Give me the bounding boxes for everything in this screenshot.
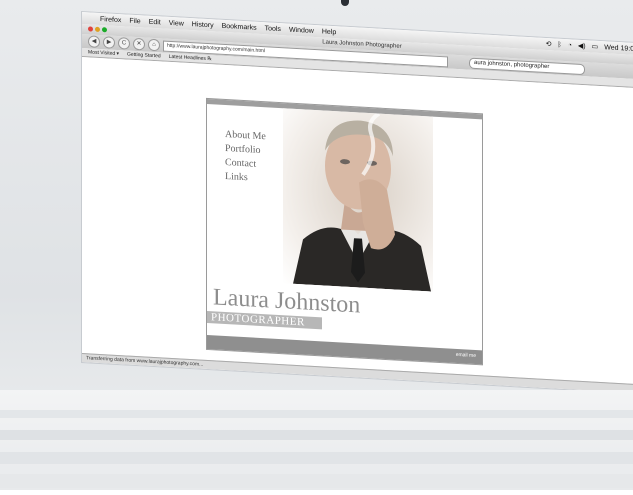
menu-edit[interactable]: Edit: [149, 18, 161, 26]
menu-bookmarks[interactable]: Bookmarks: [222, 22, 257, 31]
menu-firefox[interactable]: Firefox: [100, 16, 121, 24]
clock[interactable]: Wed 19:08: [604, 44, 633, 53]
wifi-icon[interactable]: ◔: [568, 42, 572, 49]
stop-button[interactable]: ✕: [133, 37, 145, 51]
home-button[interactable]: ⌂: [148, 38, 160, 52]
bookmark-getting-started[interactable]: Getting Started: [127, 52, 161, 60]
menu-file[interactable]: File: [129, 17, 140, 25]
keyboard-keys: [0, 410, 633, 488]
volume-icon[interactable]: ◀): [578, 42, 586, 50]
bookmark-latest-headlines[interactable]: Latest Headlines ℞: [169, 54, 212, 62]
forward-button[interactable]: ▶: [103, 36, 115, 49]
time-machine-icon[interactable]: ⟲: [546, 40, 552, 48]
reload-button[interactable]: C: [118, 37, 130, 50]
close-window-icon[interactable]: [88, 26, 93, 32]
window-controls: [88, 26, 107, 33]
portrait-photo: [283, 108, 433, 292]
page-content: About Me Portfolio Contact Links Laura J…: [82, 57, 633, 386]
menu-view[interactable]: View: [169, 19, 184, 27]
nav-links[interactable]: Links: [225, 170, 266, 186]
bluetooth-icon[interactable]: ᛒ: [557, 41, 561, 48]
menu-history[interactable]: History: [192, 21, 214, 29]
site-footer-band: email me: [207, 334, 482, 365]
website-frame: About Me Portfolio Contact Links Laura J…: [206, 97, 483, 366]
email-link[interactable]: email me: [456, 352, 476, 359]
bookmark-most-visited[interactable]: Most Visited ▾: [88, 49, 119, 57]
back-button[interactable]: ◀: [88, 35, 100, 49]
name-band: Laura Johnston: [207, 284, 482, 339]
zoom-window-icon[interactable]: [102, 27, 107, 33]
menu-tools[interactable]: Tools: [265, 25, 281, 33]
menu-window[interactable]: Window: [289, 26, 314, 34]
minimize-window-icon[interactable]: [95, 26, 100, 33]
laptop-keyboard-area: [0, 390, 633, 490]
browser-screen: Firefox File Edit View History Bookmarks…: [82, 12, 633, 394]
portrait-illustration: [293, 111, 431, 292]
menu-help[interactable]: Help: [322, 28, 336, 36]
site-navigation: About Me Portfolio Contact Links: [225, 128, 266, 186]
battery-icon[interactable]: ▭: [592, 42, 599, 50]
